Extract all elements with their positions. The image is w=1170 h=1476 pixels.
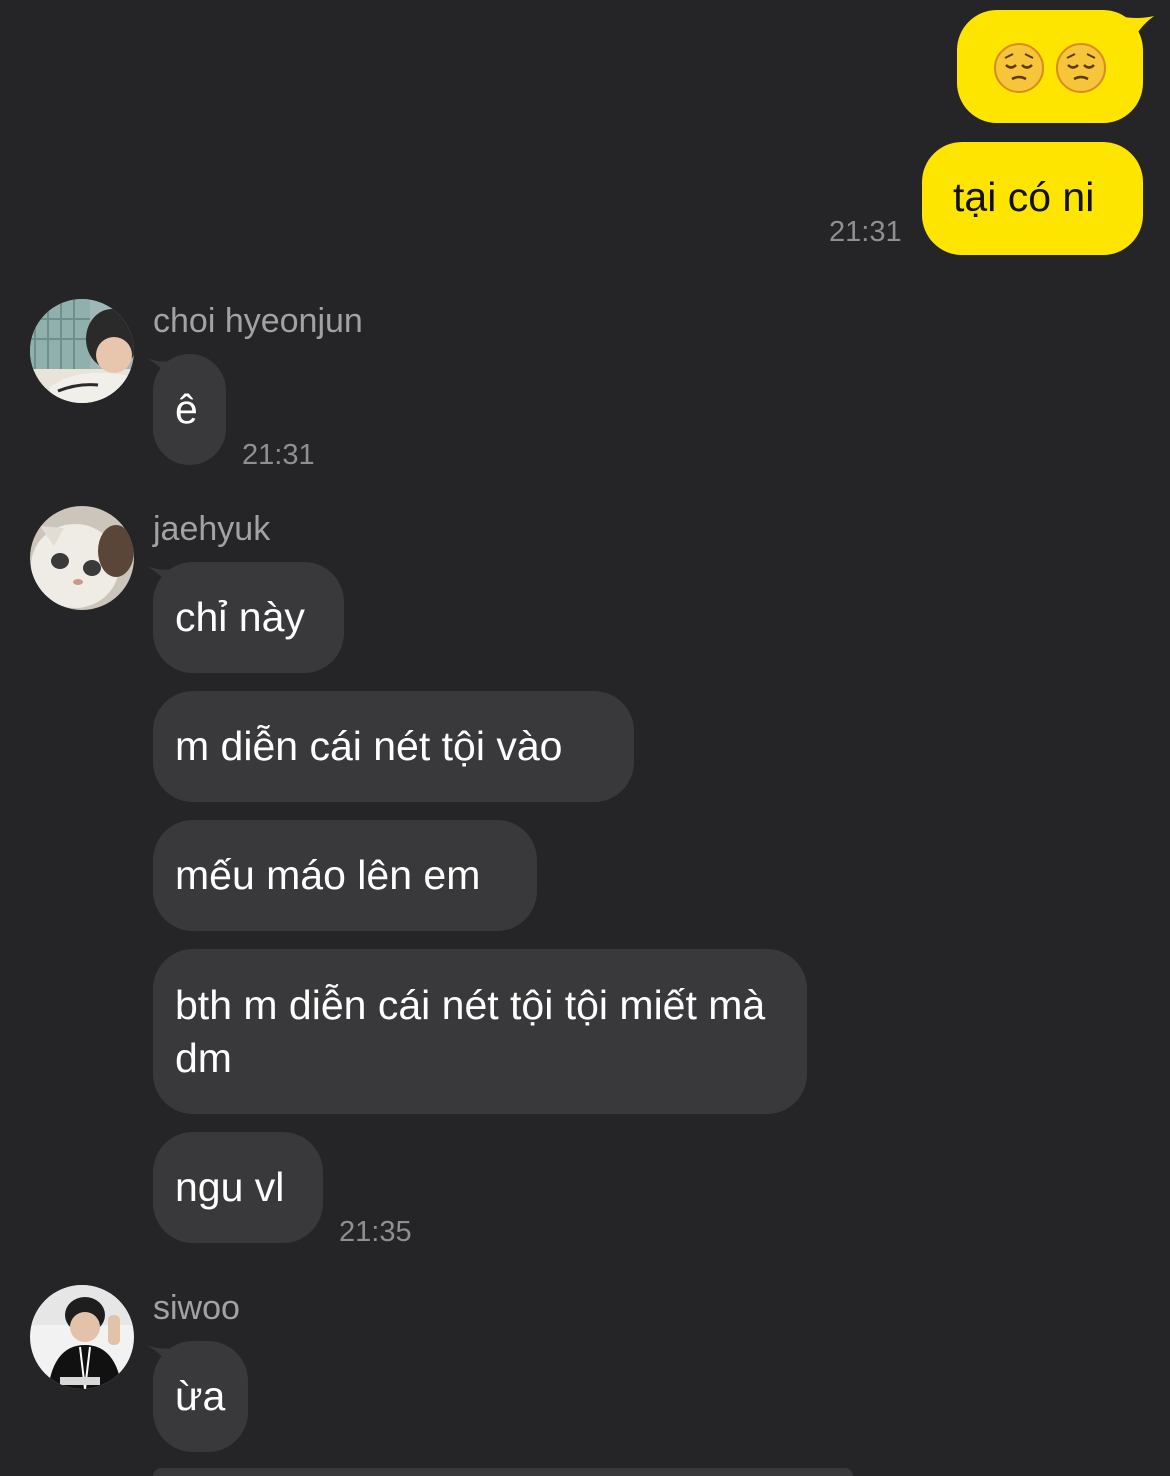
message-bubble[interactable]: mếu máo lên em (153, 820, 537, 931)
profile-photo (30, 1285, 134, 1389)
sender-name: choi hyeonjun (153, 302, 363, 340)
my-message-bubble[interactable]: tại có ni (922, 142, 1143, 255)
message-bubble[interactable]: m diễn cái nét tội vào (153, 691, 634, 802)
message-bubble[interactable]: bth m diễn cái nét tội tội miết mà dm (153, 949, 807, 1114)
message-text: m diễn cái nét tội vào (175, 723, 563, 769)
message-time: 21:35 (339, 1216, 412, 1248)
message-text: mếu máo lên em (175, 852, 481, 898)
my-emoji-bubble[interactable] (957, 10, 1143, 123)
pensive-face-icon (1056, 43, 1106, 93)
message-text: ngu vl (175, 1164, 285, 1210)
message-time: 21:31 (242, 439, 315, 471)
message-bubble[interactable]: chỉ này (153, 562, 344, 673)
message-text: ừa (175, 1373, 226, 1419)
avatar-siwoo[interactable] (30, 1285, 134, 1389)
message-text: ê (175, 386, 198, 432)
message-text: chỉ này (175, 594, 305, 640)
profile-photo (30, 506, 134, 610)
pensive-face-icon (994, 43, 1044, 93)
avatar-choi-hyeonjun[interactable] (30, 299, 134, 403)
avatar-jaehyuk[interactable] (30, 506, 134, 610)
sender-name: jaehyuk (153, 510, 271, 548)
message-time: 21:31 (829, 216, 902, 248)
message-text: tại có ni (953, 174, 1095, 220)
message-text: bth m diễn cái nét tội tội miết mà dm (175, 982, 766, 1081)
my-bubble-tail (1118, 16, 1154, 42)
message-bubble[interactable]: ê (153, 354, 226, 465)
profile-photo (30, 299, 134, 403)
sender-name: siwoo (153, 1289, 240, 1327)
next-message-bubble-partial[interactable] (153, 1468, 853, 1476)
chat-room: tại có ni 21:31 choi hyeonjun ê 21:31 ja… (0, 0, 1170, 1476)
message-bubble[interactable]: ngu vl (153, 1132, 323, 1243)
message-bubble[interactable]: ừa (153, 1341, 248, 1452)
